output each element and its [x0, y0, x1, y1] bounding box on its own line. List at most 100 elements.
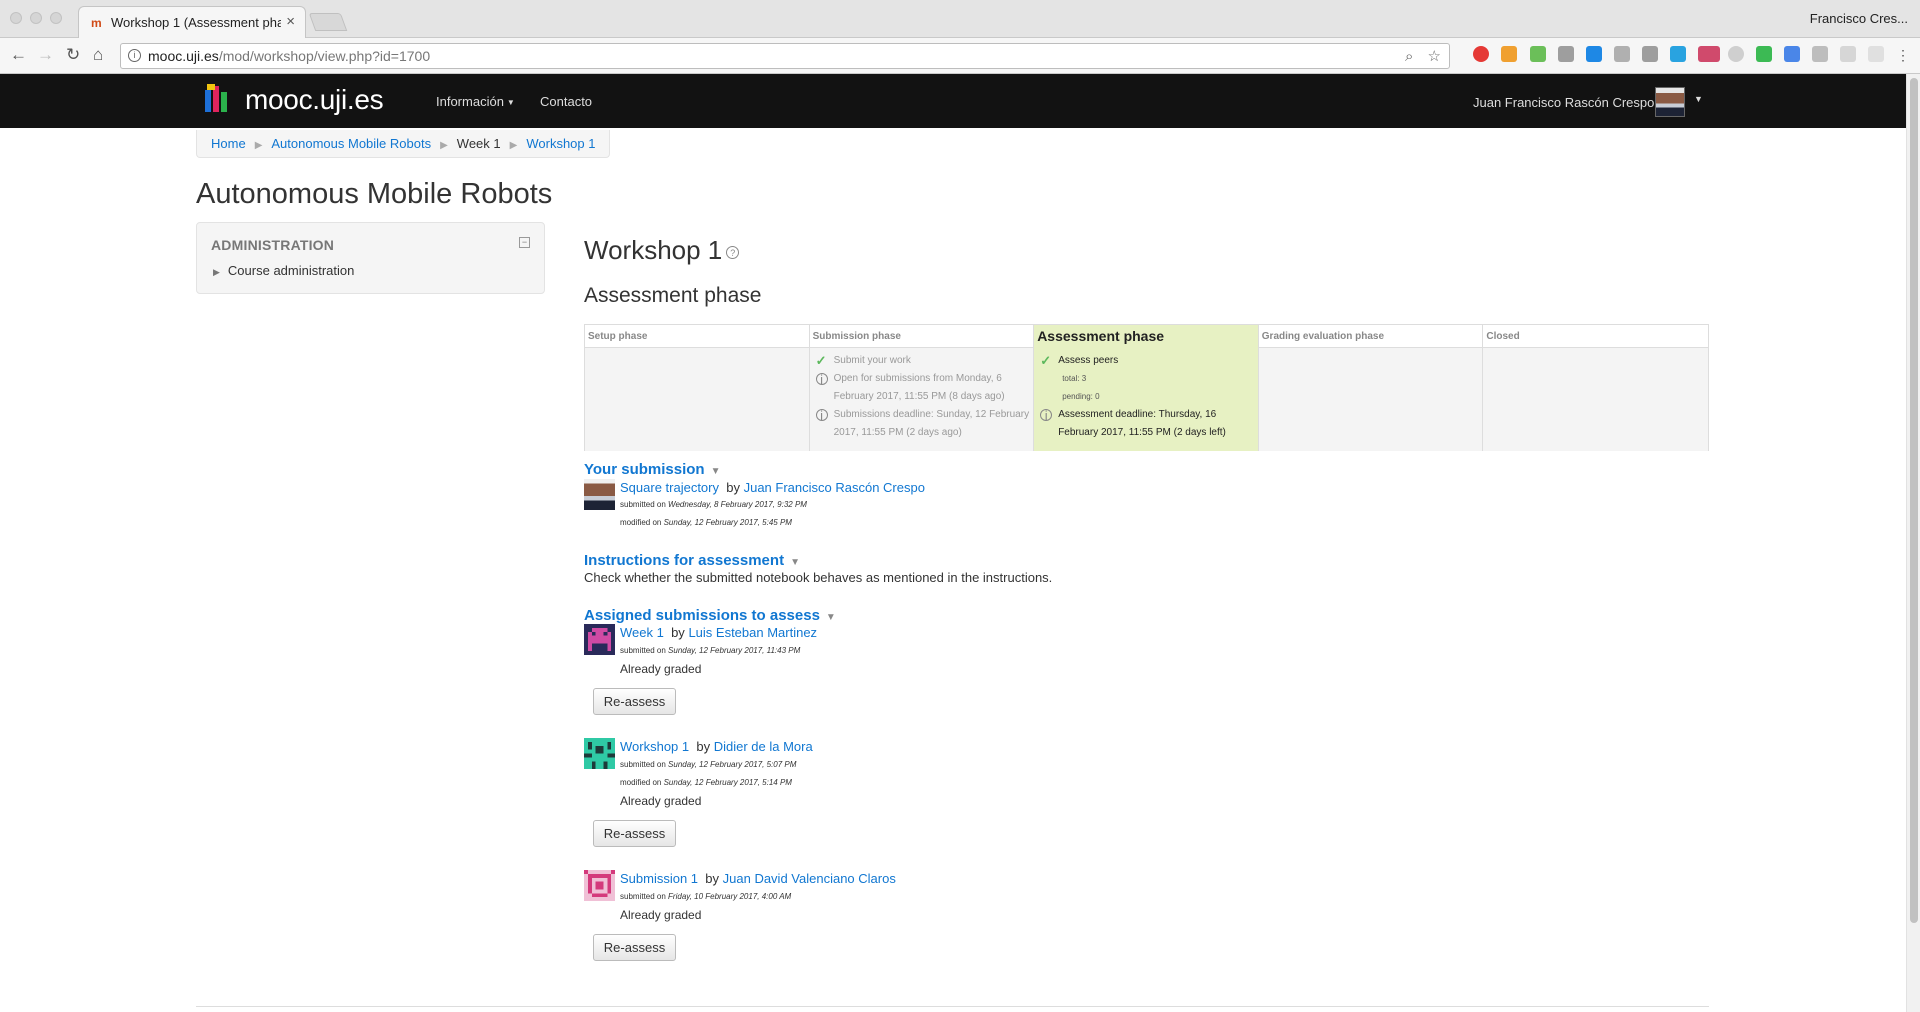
- author-link[interactable]: Luis Esteban Martinez: [688, 625, 817, 640]
- avatar[interactable]: [584, 624, 615, 655]
- timer-extension-icon[interactable]: [1698, 46, 1720, 62]
- breadcrumb-separator-icon: ▶: [254, 140, 263, 151]
- site-info-icon[interactable]: i: [128, 49, 141, 62]
- window-extension-icon[interactable]: [1868, 46, 1884, 62]
- reload-icon[interactable]: ↻: [66, 45, 80, 65]
- author-link[interactable]: Didier de la Mora: [714, 739, 813, 754]
- site-logo-text[interactable]: mooc.uji.es: [245, 84, 384, 116]
- user-menu-name[interactable]: Juan Francisco Rascón Crespo: [1473, 95, 1654, 110]
- assigned-submission-line: Workshop 1 by Didier de la Mora: [620, 739, 813, 754]
- help-icon[interactable]: ?: [726, 245, 740, 259]
- instructions-heading[interactable]: Instructions for assessment ▼: [584, 552, 800, 569]
- site-logo-icon[interactable]: [203, 84, 231, 116]
- skype-extension-icon[interactable]: [1670, 46, 1686, 62]
- user-avatar[interactable]: [1655, 87, 1685, 117]
- browser-tab-active[interactable]: m Workshop 1 (Assessment phase) ×: [78, 6, 306, 38]
- phase-header: Assessment phase: [1034, 325, 1258, 348]
- phase-grading-evaluation: Grading evaluation phase: [1258, 325, 1484, 451]
- info-icon: i: [815, 373, 828, 386]
- phase-task: ✓ Submit your work: [815, 353, 911, 368]
- key-extension-icon[interactable]: [1501, 46, 1517, 62]
- favicon-icon: m: [91, 16, 102, 30]
- pocket-extension-icon[interactable]: [1642, 46, 1658, 62]
- submission-title-line: Square trajectory by Juan Francisco Rasc…: [620, 480, 925, 495]
- close-window-button[interactable]: [10, 12, 22, 24]
- browser-profile-name[interactable]: Francisco Cres...: [1810, 11, 1908, 26]
- phase-task: i Assessment deadline: Thursday, 16 Febru…: [1038, 406, 1254, 442]
- breadcrumb-separator-icon: ▶: [509, 140, 518, 151]
- modified-date: modified on Sunday, 12 February 2017, 5:…: [620, 518, 792, 527]
- puzzle-extension-icon[interactable]: [1530, 46, 1546, 62]
- phase-task: i Submissions deadline: Sunday, 12 Februa…: [814, 406, 1030, 442]
- collapse-triangle-icon: ▼: [710, 466, 721, 477]
- phase-task: ✓ Assess peers: [1040, 353, 1119, 368]
- author-link[interactable]: Juan Francisco Rascón Crespo: [744, 480, 925, 495]
- re-assess-button[interactable]: Re-assess: [593, 934, 676, 961]
- submission-link[interactable]: Workshop 1: [620, 739, 689, 754]
- scrollbar-thumb[interactable]: [1910, 78, 1918, 923]
- assigned-submission-line: Week 1 by Luis Esteban Martinez: [620, 625, 818, 640]
- breadcrumb-course[interactable]: Autonomous Mobile Robots: [271, 136, 431, 151]
- vimeo-extension-icon[interactable]: [1586, 46, 1602, 62]
- your-submission-heading[interactable]: Your submission ▼: [584, 461, 720, 478]
- minimize-window-button[interactable]: [30, 12, 42, 24]
- drive-extension-icon[interactable]: [1756, 46, 1772, 62]
- assigned-submissions-heading[interactable]: Assigned submissions to assess ▼: [584, 607, 836, 624]
- zoom-window-button[interactable]: [50, 12, 62, 24]
- phase-setup: Setup phase: [585, 325, 810, 451]
- user-menu-caret-icon[interactable]: ▼: [1694, 94, 1703, 104]
- tab-close-icon[interactable]: ×: [286, 13, 295, 30]
- collapse-triangle-icon: ▼: [825, 612, 836, 623]
- browser-menu-icon[interactable]: ⋮: [1896, 45, 1910, 65]
- breadcrumb-home[interactable]: Home: [211, 136, 246, 151]
- forward-arrow-icon[interactable]: →: [37, 45, 54, 65]
- collapse-triangle-icon: ▼: [790, 557, 800, 568]
- submission-date: submitted on Sunday, 12 February 2017, 5…: [620, 760, 797, 769]
- submission-link[interactable]: Square trajectory: [620, 480, 719, 495]
- cloud-extension-icon[interactable]: [1728, 46, 1744, 62]
- course-administration-item[interactable]: ▶ Course administration: [213, 263, 354, 278]
- translate-extension-icon[interactable]: [1784, 46, 1800, 62]
- breadcrumb-activity[interactable]: Workshop 1: [526, 136, 595, 151]
- adblock-extension-icon[interactable]: [1473, 46, 1489, 62]
- breadcrumb-week: Week 1: [456, 136, 501, 151]
- phase-submission: Submission phase ✓ Submit your work i Open…: [809, 325, 1035, 451]
- url-text[interactable]: mooc.uji.es/mod/workshop/view.php?id=170…: [148, 48, 430, 64]
- loop-extension-icon[interactable]: [1840, 46, 1856, 62]
- avatar[interactable]: [584, 870, 615, 901]
- footer-divider: [196, 1006, 1709, 1007]
- zoom-icon[interactable]: ⌕: [1405, 48, 1413, 65]
- video-extension-icon[interactable]: [1558, 46, 1574, 62]
- phase-assessment: Assessment phase ✓ Assess peers total: 3 …: [1034, 325, 1259, 451]
- submission-date: submitted on Wednesday, 8 February 2017,…: [620, 500, 807, 509]
- workshop-phases-table: Setup phase Submission phase ✓ Submit you…: [584, 324, 1709, 451]
- re-assess-button[interactable]: Re-assess: [593, 688, 676, 715]
- collapse-block-icon[interactable]: −: [519, 237, 530, 248]
- home-icon[interactable]: ⌂: [93, 45, 103, 65]
- author-link[interactable]: Juan David Valenciano Claros: [723, 871, 896, 886]
- screen-extension-icon[interactable]: [1812, 46, 1828, 62]
- avatar[interactable]: [584, 738, 615, 769]
- submission-link[interactable]: Week 1: [620, 625, 664, 640]
- check-icon: ✓: [815, 353, 827, 368]
- browser-tab-bar: m Workshop 1 (Assessment phase) × Franci…: [0, 0, 1920, 38]
- info-icon: i: [1040, 409, 1053, 422]
- submission-link[interactable]: Submission 1: [620, 871, 698, 886]
- new-tab-button[interactable]: [308, 13, 348, 31]
- nav-informacion-menu[interactable]: Información ▼: [436, 94, 515, 109]
- address-bar[interactable]: i mooc.uji.es/mod/workshop/view.php?id=1…: [120, 43, 1450, 69]
- nav-contacto-link[interactable]: Contacto: [540, 94, 592, 109]
- clipboard-extension-icon[interactable]: [1614, 46, 1630, 62]
- site-navbar: mooc.uji.es Información ▼ Contacto Juan F…: [0, 74, 1906, 128]
- breadcrumb: Home ▶ Autonomous Mobile Robots ▶ Week 1 ▶ Wor…: [196, 130, 611, 158]
- expand-triangle-icon: ▶: [213, 267, 220, 277]
- assess-pending: pending: 0: [1062, 392, 1100, 401]
- back-arrow-icon[interactable]: ←: [10, 45, 27, 65]
- page-scrollbar[interactable]: [1906, 74, 1920, 1012]
- avatar[interactable]: [584, 479, 615, 510]
- bookmark-star-icon[interactable]: ☆: [1428, 48, 1441, 65]
- submission-date: submitted on Sunday, 12 February 2017, 1…: [620, 646, 801, 655]
- assess-total: total: 3: [1062, 374, 1087, 383]
- instructions-text: Check whether the submitted notebook beh…: [584, 570, 1053, 585]
- re-assess-button[interactable]: Re-assess: [593, 820, 676, 847]
